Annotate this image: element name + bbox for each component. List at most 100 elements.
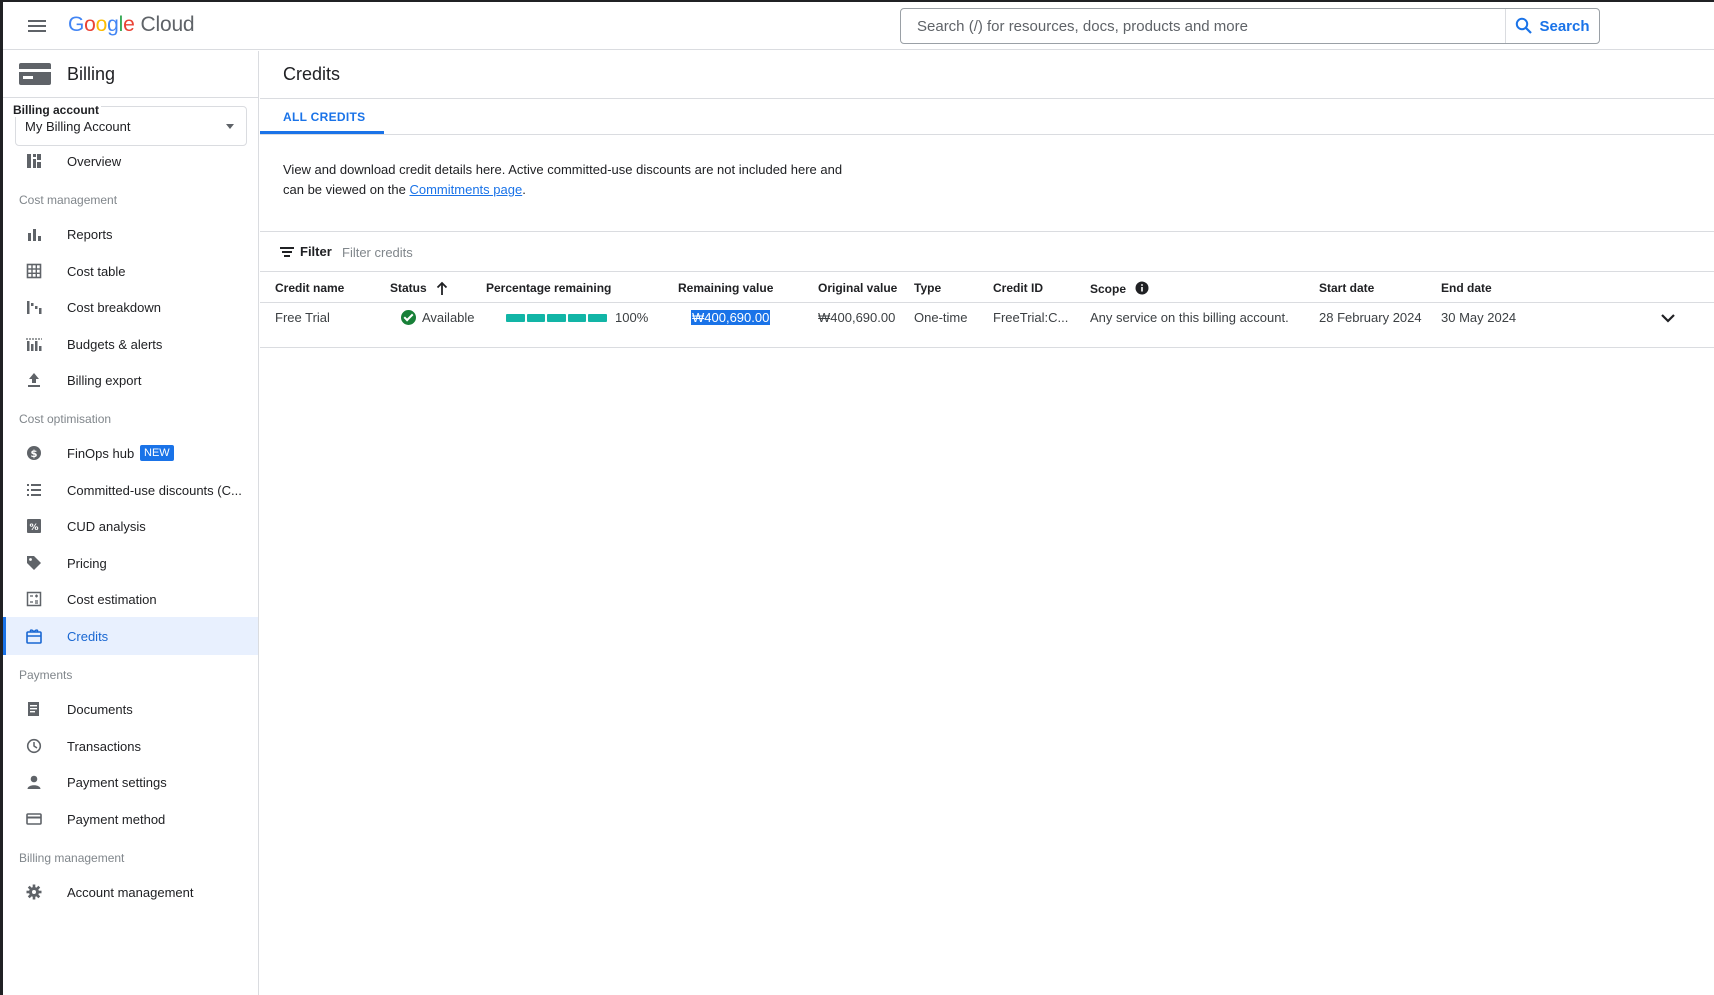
- cell-credit-name: Free Trial: [275, 310, 330, 325]
- info-icon[interactable]: [1135, 281, 1149, 295]
- cell-credit-id: FreeTrial:C...: [993, 310, 1069, 325]
- tab-bar: ALL CREDITS: [260, 99, 1714, 135]
- column-header-remaining-value[interactable]: Remaining value: [678, 281, 773, 295]
- column-header-type[interactable]: Type: [914, 281, 941, 295]
- sidebar-item-label: Billing export: [67, 372, 142, 388]
- sidebar-item-credits[interactable]: Credits: [3, 617, 258, 655]
- sidebar-item-payment-settings[interactable]: Payment settings: [3, 763, 258, 801]
- column-header-start-date[interactable]: Start date: [1319, 281, 1374, 295]
- list-icon: [27, 484, 41, 496]
- search-input[interactable]: [901, 9, 1502, 43]
- sidebar: Billing My Billing Account Billing accou…: [3, 51, 259, 995]
- sidebar-item-label: Pricing: [67, 555, 107, 571]
- sidebar-item-label: Committed-use discounts (C...: [67, 482, 242, 498]
- sidebar-item-label: Overview: [67, 153, 122, 169]
- sidebar-item-label: Documents: [67, 701, 133, 717]
- sidebar-item-billing-export[interactable]: Billing export: [3, 361, 258, 399]
- billing-account-value: My Billing Account: [25, 119, 131, 134]
- sidebar-item-budgets-alerts[interactable]: Budgets & alerts: [3, 325, 258, 363]
- sidebar-item-label: Transactions: [67, 738, 141, 754]
- bar-chart-icon: [28, 229, 41, 241]
- column-header-end-date[interactable]: End date: [1441, 281, 1492, 295]
- column-header-status[interactable]: Status: [390, 281, 448, 295]
- sidebar-item-transactions[interactable]: Transactions: [3, 727, 258, 765]
- cell-scope: Any service on this billing account.: [1090, 310, 1289, 325]
- sidebar-item-documents[interactable]: Documents: [3, 690, 258, 728]
- document-icon: [28, 702, 39, 716]
- waterfall-chart-icon: [27, 301, 42, 314]
- main-menu-icon[interactable]: [25, 14, 49, 38]
- check-circle-icon: [401, 310, 416, 325]
- page-title: Credits: [283, 64, 341, 84]
- filter-icon[interactable]: [280, 247, 294, 257]
- column-header-label: Scope: [1090, 282, 1127, 296]
- sidebar-item-reports[interactable]: Reports: [3, 215, 258, 253]
- cell-start-date: 28 February 2024: [1319, 310, 1422, 325]
- commitments-page-link[interactable]: Commitments page: [409, 182, 522, 197]
- gear-icon: [26, 884, 42, 900]
- cell-type: One-time: [914, 310, 968, 325]
- product-header: Billing: [3, 51, 258, 98]
- sidebar-item-label: Budgets & alerts: [67, 336, 163, 352]
- sidebar-item-finops-hub[interactable]: $ FinOps hub NEW: [3, 434, 258, 472]
- divider: [260, 302, 1714, 303]
- section-billing-management: Billing management: [19, 851, 125, 865]
- section-cost-optimisation: Cost optimisation: [19, 412, 112, 426]
- column-header-scope[interactable]: Scope: [1090, 281, 1149, 296]
- sort-ascending-icon: [436, 281, 448, 295]
- google-cloud-logo[interactable]: Google Cloud: [68, 13, 195, 37]
- dollar-circle-icon: $: [27, 446, 41, 460]
- sidebar-item-label: CUD analysis: [67, 518, 146, 534]
- sidebar-item-committed-use-discounts[interactable]: Committed-use discounts (C...: [3, 471, 258, 509]
- search-button[interactable]: Search: [1505, 9, 1599, 43]
- cell-end-date: 30 May 2024: [1441, 310, 1517, 325]
- billing-card-icon: [19, 63, 51, 85]
- svg-text:$: $: [31, 449, 38, 460]
- column-header-original-value[interactable]: Original value: [818, 281, 897, 295]
- sidebar-item-cost-breakdown[interactable]: Cost breakdown: [3, 288, 258, 326]
- column-header-credit-name[interactable]: Credit name: [275, 281, 344, 295]
- description-text: View and download credit details here. A…: [283, 162, 843, 197]
- column-header-credit-id[interactable]: Credit ID: [993, 281, 1043, 295]
- percent-icon: %: [27, 519, 41, 533]
- product-title: Billing: [67, 64, 116, 84]
- cell-percentage-remaining: 100%: [615, 310, 649, 325]
- filter-label: Filter: [300, 244, 332, 259]
- filter-bar: Filter: [260, 232, 1714, 272]
- description-end: .: [522, 182, 526, 197]
- sidebar-item-cost-estimation[interactable]: Cost estimation: [3, 580, 258, 618]
- person-icon: [27, 775, 41, 789]
- sidebar-item-label: FinOps hub: [67, 445, 135, 461]
- sidebar-item-label: Cost breakdown: [67, 299, 161, 315]
- sidebar-item-cost-table[interactable]: Cost table: [3, 252, 258, 290]
- column-header-label: Status: [390, 281, 427, 295]
- search-box: Search: [900, 8, 1600, 44]
- selected-text: ₩400,690.00: [691, 310, 771, 325]
- search-icon: [1516, 17, 1533, 34]
- sidebar-item-label: Payment settings: [67, 774, 167, 790]
- top-header: Google Cloud Search: [3, 2, 1714, 50]
- dropdown-arrow-icon: [226, 124, 234, 129]
- sidebar-item-overview[interactable]: Overview: [3, 142, 258, 180]
- new-badge: NEW: [140, 445, 174, 461]
- gift-card-icon: [26, 629, 42, 644]
- sidebar-item-payment-method[interactable]: Payment method: [3, 800, 258, 838]
- sidebar-item-label: Account management: [67, 884, 194, 900]
- sidebar-item-label: Reports: [67, 226, 113, 242]
- main-content: Credits ALL CREDITS View and download cr…: [260, 51, 1714, 995]
- sidebar-item-cud-analysis[interactable]: % CUD analysis: [3, 507, 258, 545]
- expand-row-chevron-icon[interactable]: [1660, 313, 1676, 323]
- dashboard-icon: [27, 154, 41, 168]
- sidebar-item-pricing[interactable]: Pricing: [3, 544, 258, 582]
- tab-all-credits[interactable]: ALL CREDITS: [283, 110, 365, 124]
- sidebar-item-account-management[interactable]: Account management: [3, 873, 258, 911]
- section-payments: Payments: [19, 668, 73, 682]
- calculator-icon: [26, 591, 42, 607]
- filter-input[interactable]: [342, 240, 742, 264]
- tag-icon: [27, 556, 41, 570]
- page-description: View and download credit details here. A…: [283, 160, 843, 200]
- table-icon: [26, 263, 42, 279]
- column-header-percentage-remaining[interactable]: Percentage remaining: [486, 281, 611, 295]
- credit-card-icon: [26, 813, 42, 825]
- cell-original-value: ₩400,690.00: [818, 310, 896, 325]
